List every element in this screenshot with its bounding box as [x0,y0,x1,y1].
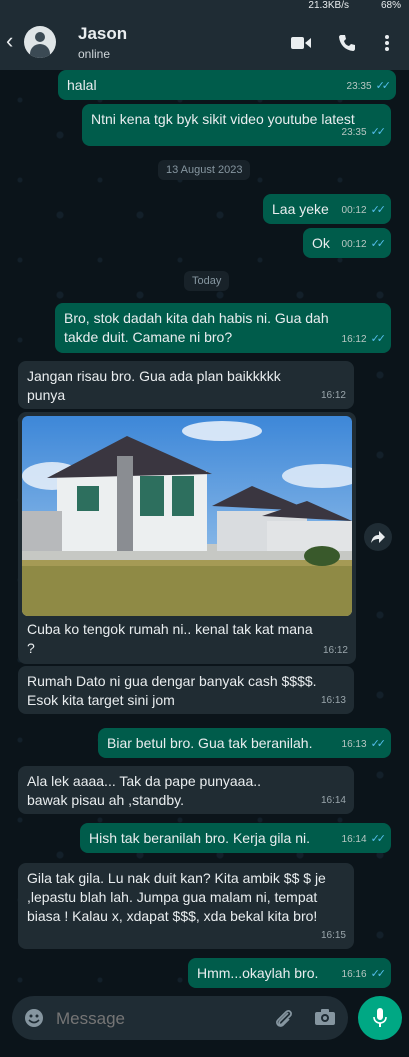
avatar[interactable] [24,26,56,58]
message-outgoing[interactable]: Bro, stok dadah kita dah habis ni. Gua d… [55,303,391,353]
message-incoming[interactable]: Jangan risau bro. Gua ada plan baikkkkk … [18,361,354,409]
network-speed: 21.3KB/s [308,0,349,11]
message-outgoing[interactable]: Ok 00:12 ✓✓ [303,228,391,258]
message-outgoing[interactable]: Hish tak beranilah bro. Kerja gila ni. 1… [80,823,391,853]
message-outgoing[interactable]: Laa yeke 00:12 ✓✓ [263,194,391,224]
message-outgoing[interactable]: halal 23:35 ✓✓ [58,70,396,100]
status-bar: 21.3KB/s 68% [0,0,409,14]
contact-status: online [78,47,111,61]
video-call-icon[interactable] [290,32,312,54]
camera-icon[interactable] [314,1008,336,1031]
date-separator: Today [184,271,230,291]
more-icon[interactable] [376,32,398,54]
message-input[interactable] [54,1004,258,1034]
attach-icon[interactable] [274,1007,294,1034]
date-separator: 13 August 2023 [158,160,251,180]
message-incoming[interactable]: Rumah Dato ni gua dengar banyak cash $$$… [18,666,354,714]
battery-level: 68% [380,0,401,11]
image-caption: Cuba ko tengok rumah ni.. kenal tak kat … [27,621,313,656]
message-composer [12,996,348,1040]
message-incoming[interactable]: Ala lek aaaa... Tak da pape punyaaa.. ba… [18,766,354,814]
message-outgoing[interactable]: Biar betul bro. Gua tak beranilah. 16:13… [98,728,391,758]
back-arrow-icon[interactable]: ‹ [6,30,13,52]
phone-icon[interactable] [336,32,358,54]
message-incoming[interactable]: Gila tak gila. Lu nak duit kan? Kita amb… [18,863,354,949]
message-outgoing[interactable]: Ntni kena tgk byk sikit video youtube la… [82,104,391,146]
image-message[interactable]: Cuba ko tengok rumah ni.. kenal tak kat … [18,412,356,664]
forward-icon[interactable] [364,523,392,551]
mic-icon[interactable] [358,996,402,1040]
emoji-icon[interactable] [24,1008,44,1033]
contact-name[interactable]: Jason [78,24,127,44]
message-outgoing[interactable]: Hmm...okaylah bro. 16:16 ✓✓ [188,958,391,988]
message-list[interactable]: halal 23:35 ✓✓ Ntni kena tgk byk sikit vi… [0,70,409,992]
chat-header: ‹ Jason online [0,14,409,70]
house-photo[interactable] [22,416,352,616]
